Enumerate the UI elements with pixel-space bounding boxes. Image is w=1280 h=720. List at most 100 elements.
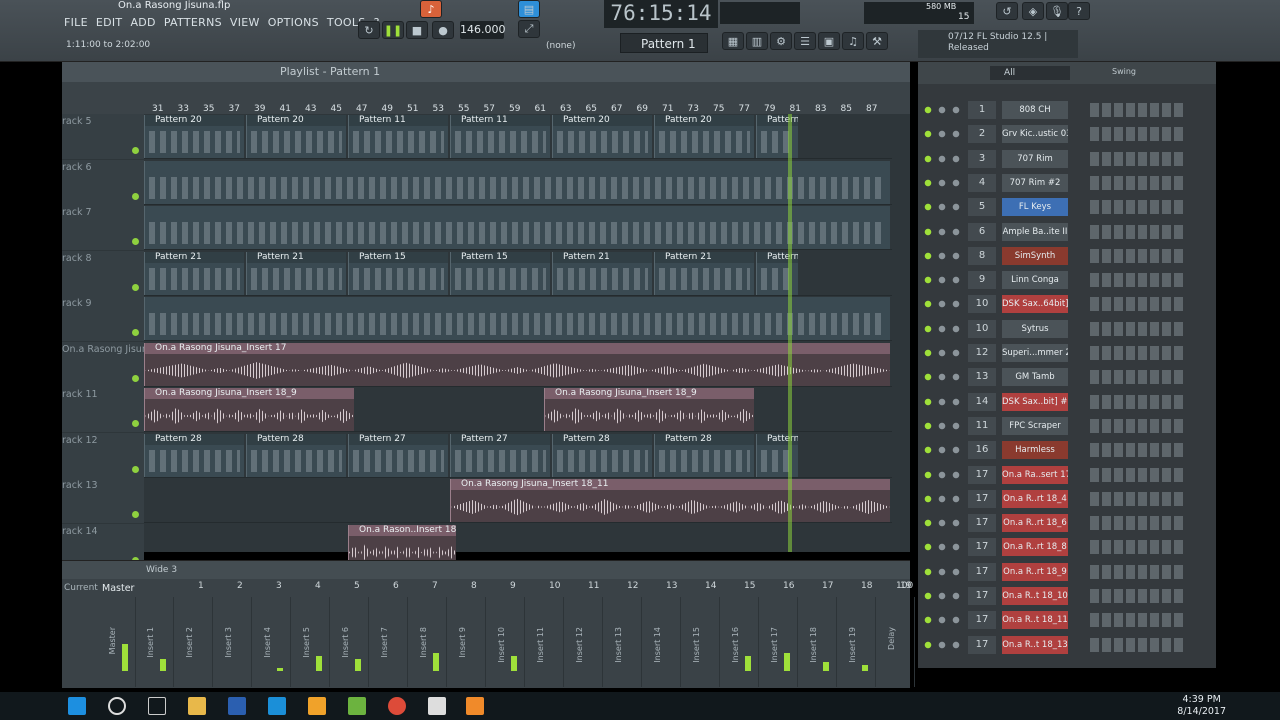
- pattern-clip[interactable]: Pattern 27: [348, 433, 448, 477]
- channel-mute-leds[interactable]: [924, 567, 964, 576]
- channel-mute-leds[interactable]: [924, 349, 964, 357]
- pattern-clip[interactable]: Pattern 27: [450, 433, 550, 477]
- channel-row[interactable]: 2 Grv Kic..ustic 03: [918, 122, 1216, 146]
- mixer-strip[interactable]: Insert 5: [296, 597, 330, 687]
- playlist-track[interactable]: rack 12 Pattern 28 Pattern 28 Pattern 27 Pat…: [62, 432, 892, 478]
- undo-icon[interactable]: ↺: [996, 2, 1018, 20]
- playlist-track[interactable]: rack 9: [62, 296, 892, 341]
- step-sequencer[interactable]: [1090, 467, 1186, 482]
- channel-row[interactable]: 14 DSK Sax..bit] #2: [918, 390, 1216, 414]
- channel-mixer-route[interactable]: 17: [968, 562, 996, 581]
- fl-studio-icon[interactable]: [308, 697, 326, 715]
- pattern-clip[interactable]: Pattern 28: [246, 433, 346, 477]
- channel-mute-leds[interactable]: [924, 154, 964, 163]
- menu-add[interactable]: ADD: [128, 16, 157, 32]
- mixer-strip[interactable]: Insert 3: [218, 597, 252, 687]
- playhead[interactable]: [788, 114, 792, 552]
- mixer-strip[interactable]: Insert 10: [491, 597, 525, 687]
- mixer-strip[interactable]: Insert 4: [257, 597, 291, 687]
- channel-mixer-route[interactable]: 17: [968, 587, 996, 605]
- system-clock[interactable]: 4:39 PM 8/14/2017: [1177, 694, 1226, 718]
- mixer-strip[interactable]: Insert 19: [842, 597, 876, 687]
- pattern-clip[interactable]: Pattern 15: [348, 251, 448, 295]
- channel-row[interactable]: 17 On.a R..t 18_10: [918, 584, 1216, 608]
- step-sequencer[interactable]: [1090, 564, 1186, 579]
- channel-row[interactable]: 1 808 CH: [918, 98, 1216, 122]
- pattern-clip[interactable]: Pattern 21: [552, 251, 652, 295]
- mixer-strip[interactable]: Insert 13: [608, 597, 642, 687]
- channel-row[interactable]: 13 GM Tamb: [918, 365, 1216, 389]
- pattern-clip[interactable]: Pattern 28: [654, 433, 754, 477]
- channel-name-button[interactable]: Sytrus: [1002, 319, 1068, 338]
- search-icon[interactable]: [108, 697, 126, 715]
- track-enable-led[interactable]: [132, 465, 139, 473]
- channel-row[interactable]: 17 On.a R..rt 18_8: [918, 535, 1216, 559]
- step-sequencer[interactable]: [1090, 394, 1186, 409]
- loop-icon[interactable]: ↻: [358, 21, 380, 39]
- pattern-clip[interactable]: Pattern 11: [450, 115, 550, 158]
- menu-patterns[interactable]: PATTERNS: [162, 16, 224, 32]
- piano-roll-icon[interactable]: ▥: [746, 32, 768, 50]
- channel-name-button[interactable]: On.a R..t 18_11: [1002, 611, 1068, 630]
- timeline-ruler[interactable]: 31 33 35 37 39 41 43 45 47 49 51 53 55 57 59 61 63 65 67 69…: [62, 82, 910, 114]
- playlist-track[interactable]: rack 11 On.a Rasong Jisuna_Insert 18_9 On.…: [62, 387, 892, 432]
- channel-mixer-route[interactable]: 17: [968, 538, 996, 557]
- step-sequencer[interactable]: [1090, 516, 1186, 531]
- channel-name-button[interactable]: DSK Sax..bit] #2: [1002, 392, 1068, 411]
- channel-name-button[interactable]: FPC Scraper: [1002, 416, 1068, 435]
- channel-mute-leds[interactable]: [924, 640, 964, 649]
- snap-value[interactable]: (none): [546, 41, 575, 51]
- step-sequencer[interactable]: [1090, 443, 1186, 458]
- channel-name-button[interactable]: On.a R..rt 18_6: [1002, 514, 1068, 533]
- menu-file[interactable]: FILE: [62, 16, 90, 32]
- channel-row[interactable]: 17 On.a R..rt 18_6: [918, 511, 1216, 535]
- channel-name-button[interactable]: Harmless: [1002, 441, 1068, 460]
- channel-mixer-route[interactable]: 14: [968, 392, 996, 411]
- step-sequencer[interactable]: [1090, 613, 1186, 628]
- channel-name-button[interactable]: On.a R..t 18_13: [1002, 635, 1068, 654]
- playlist-track[interactable]: rack 13 On.a Rasong Jisuna_Insert 18_11: [62, 478, 892, 523]
- tools-icon[interactable]: ⚒: [866, 32, 888, 50]
- audio-clip[interactable]: On.a Rasong Jisuna_Insert 17: [144, 342, 890, 386]
- channel-row[interactable]: 17 On.a R..t 18_13: [918, 633, 1216, 657]
- channel-row[interactable]: 4 707 Rim #2: [918, 171, 1216, 195]
- channel-row[interactable]: 11 FPC Scraper: [918, 414, 1216, 438]
- stop-button[interactable]: ■: [406, 21, 428, 39]
- track-area[interactable]: rack 5 Pattern 20 Pattern 20 Pattern 11 Patt…: [62, 114, 910, 569]
- pattern-clip[interactable]: [144, 297, 890, 340]
- channel-mixer-route[interactable]: 11: [968, 416, 996, 435]
- channel-row[interactable]: 5 FL Keys: [918, 195, 1216, 219]
- audio-clip[interactable]: On.a Rasong Jisuna_Insert 18_9: [144, 388, 354, 431]
- channel-mixer-route[interactable]: 10: [968, 319, 996, 338]
- step-sequencer[interactable]: [1090, 491, 1186, 506]
- channel-mute-leds[interactable]: [924, 421, 964, 430]
- playlist-track[interactable]: rack 5 Pattern 20 Pattern 20 Pattern 11 Patt…: [62, 114, 892, 159]
- channel-mixer-route[interactable]: 5: [968, 198, 996, 217]
- channel-mixer-route[interactable]: 17: [968, 635, 996, 654]
- channel-mute-leds[interactable]: [924, 251, 964, 260]
- step-sequencer[interactable]: [1090, 151, 1186, 166]
- pattern-clip[interactable]: Pattern 20: [552, 115, 652, 158]
- channel-mixer-route[interactable]: 17: [968, 514, 996, 533]
- pattern-clip[interactable]: Pattern 15: [450, 251, 550, 295]
- mixer-strip[interactable]: Insert 6: [335, 597, 369, 687]
- tempo-display[interactable]: 146.000: [460, 21, 506, 39]
- channel-name-button[interactable]: SimSynth: [1002, 246, 1068, 265]
- task-view-icon[interactable]: [148, 697, 166, 715]
- channel-mute-leds[interactable]: [924, 203, 964, 212]
- channel-row[interactable]: 17 On.a R..rt 18_9: [918, 560, 1216, 584]
- channel-mute-leds[interactable]: [924, 494, 964, 503]
- pattern-clip[interactable]: Pattern 20: [654, 115, 754, 158]
- channel-mute-leds[interactable]: [924, 470, 964, 479]
- file-explorer-icon[interactable]: [188, 697, 206, 715]
- step-sequencer[interactable]: [1090, 127, 1186, 142]
- channel-filter[interactable]: All: [990, 66, 1070, 80]
- channel-row[interactable]: 10 Sytrus: [918, 317, 1216, 341]
- channel-mute-leds[interactable]: [924, 616, 964, 625]
- channel-name-button[interactable]: 707 Rim: [1002, 149, 1068, 168]
- windows-start-icon[interactable]: [68, 697, 86, 715]
- channel-mixer-route[interactable]: 9: [968, 271, 996, 290]
- pattern-clip[interactable]: Pattern 21: [654, 251, 754, 295]
- mixer-strip[interactable]: Master: [102, 597, 136, 687]
- channel-mixer-route[interactable]: 1: [968, 101, 996, 119]
